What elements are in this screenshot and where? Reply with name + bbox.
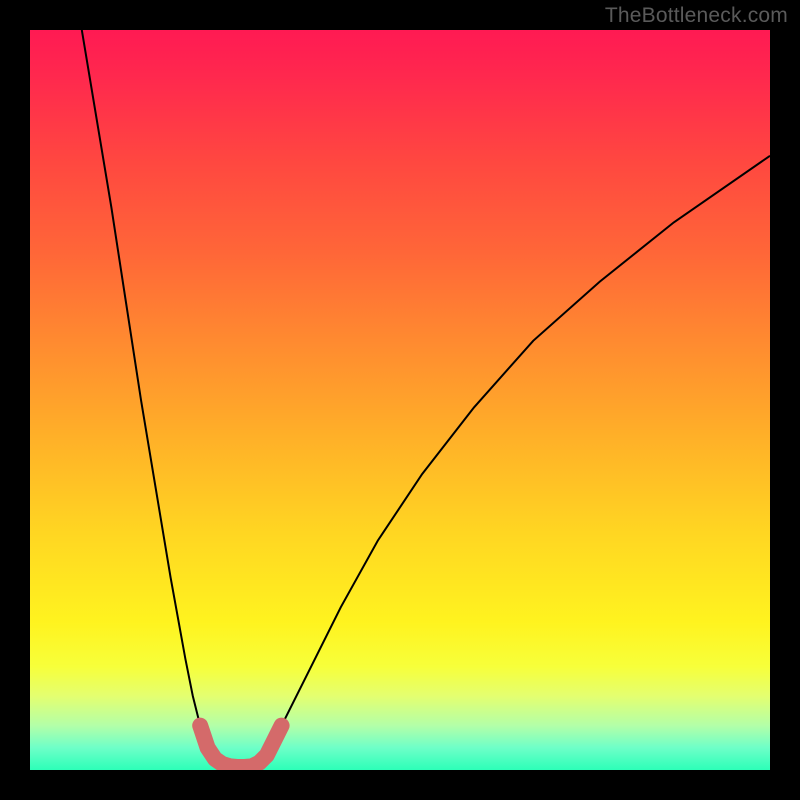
- watermark-text: TheBottleneck.com: [605, 4, 788, 28]
- left-curve-path: [82, 30, 230, 766]
- valley-highlight-path: [200, 726, 281, 767]
- chart-curves-svg: [30, 30, 770, 770]
- right-curve-path: [252, 156, 770, 767]
- chart-plot-area: [30, 30, 770, 770]
